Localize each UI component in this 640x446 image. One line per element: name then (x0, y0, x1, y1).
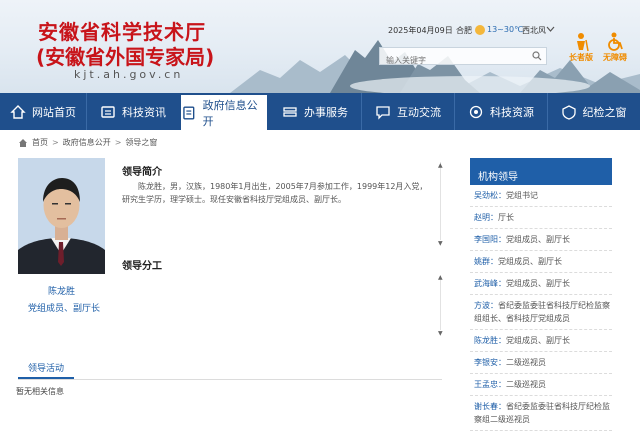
breadcrumb-gov-info[interactable]: 政府信息公开 (63, 137, 111, 148)
nav-label: 科技资讯 (122, 105, 166, 119)
nav-services[interactable]: 办事服务 (269, 93, 361, 130)
nav-discipline[interactable]: 纪检之窗 (548, 93, 639, 130)
leader-list-role: 党组成员、副厅长 (498, 257, 562, 266)
leader-photo (18, 158, 105, 274)
leader-list-role: 党组成员、副厅长 (506, 235, 570, 244)
leader-list-role: 厅长 (498, 213, 514, 222)
leader-list-role: 二级巡视员 (506, 358, 546, 367)
weather-wind: 西北风 (522, 26, 546, 35)
nav-label: 政府信息公开 (202, 98, 258, 128)
leader-list: 吴劲松：党组书记 赵明：厅长 李国阳：党组成员、副厅长 姚群：党组成员、副厅长 … (470, 185, 612, 431)
leader-list-name: 方波： (474, 301, 498, 310)
site-banner: 安徽省科学技术厅 (安徽省外国专家局) kjt.ah.gov.cn 2025年0… (0, 0, 640, 93)
leader-list-role: 二级巡视员 (506, 380, 546, 389)
search-box (379, 47, 547, 69)
breadcrumb-home[interactable]: 首页 (32, 137, 48, 148)
info-icon (183, 105, 195, 120)
leader-list-item[interactable]: 谢长春：省纪委监委驻省科技厅纪检监察组二级巡视员 (470, 396, 612, 431)
weather-temperature: 13~30℃ (487, 25, 524, 34)
barrier-free-button[interactable]: 无障碍 (601, 32, 629, 66)
nav-label: 纪检之窗 (582, 105, 627, 119)
leader-list-name: 姚群： (474, 257, 498, 266)
scroll-up-arrow[interactable]: ▲ (438, 274, 443, 281)
leader-list-item[interactable]: 李国阳：党组成员、副厅长 (470, 229, 612, 251)
scroll-down-arrow[interactable]: ▼ (438, 330, 443, 337)
nav-gov-info[interactable]: 政府信息公开 (179, 93, 269, 130)
sidebar-heading: 机构领导 (470, 158, 612, 185)
intro-text: 陈龙胜，男，汉族，1980年1月出生，2005年7月参加工作，1999年12月入… (122, 182, 428, 204)
wheelchair-icon (608, 32, 623, 51)
leader-list-item[interactable]: 方波：省纪委监委驻省科技厅纪检监察组组长、省科技厅党组成员 (470, 295, 612, 330)
leader-list-name: 吴劲松： (474, 191, 506, 200)
leader-list-name: 赵明： (474, 213, 498, 222)
leader-list-role: 党组成员、副厅长 (506, 279, 570, 288)
home-icon (19, 138, 27, 147)
tab-leader-activity[interactable]: 领导活动 (18, 361, 74, 379)
leader-list-role: 党组书记 (506, 191, 538, 200)
nav-resources[interactable]: 科技资源 (455, 93, 547, 130)
breadcrumb: 首页 > 政府信息公开 > 领导之窗 (18, 137, 157, 148)
duty-heading: 领导分工 (122, 261, 162, 272)
search-input[interactable] (380, 52, 528, 69)
elder-mode-label: 长者版 (569, 53, 593, 62)
sun-icon (475, 25, 485, 35)
leader-name: 陈龙胜 (47, 287, 75, 297)
chevron-down-icon[interactable] (546, 24, 555, 34)
leader-list-item[interactable]: 吴劲松：党组书记 (470, 185, 612, 207)
leader-list-name: 李国阳： (474, 235, 506, 244)
chat-icon (376, 105, 390, 120)
nav-label: 办事服务 (304, 105, 348, 119)
site-title: 安徽省科学技术厅 (38, 20, 206, 44)
leaders-sidebar: 机构领导 吴劲松：党组书记 赵明：厅长 李国阳：党组成员、副厅长 姚群：党组成员… (470, 158, 612, 431)
nav-label: 互动交流 (397, 105, 441, 119)
discipline-icon (561, 104, 576, 120)
service-icon (283, 106, 297, 117)
news-icon (101, 105, 115, 118)
scroll-track[interactable] (440, 276, 441, 330)
weather-city: 合肥 (456, 26, 472, 35)
scroll-down-arrow[interactable]: ▼ (438, 240, 443, 247)
leader-list-name: 李银安： (474, 358, 506, 367)
leader-list-name: 谢长春： (474, 402, 506, 411)
leader-list-item[interactable]: 姚群：党组成员、副厅长 (470, 251, 612, 273)
scroll-track[interactable] (440, 162, 441, 240)
nav-label: 网站首页 (32, 105, 76, 119)
main-nav: 网站首页 科技资讯 政府信息公开 办事服务 互动交流 科技资源 纪检之窗 (0, 93, 640, 130)
leader-list-name: 武海峰： (474, 279, 506, 288)
elder-icon (577, 33, 589, 52)
leader-list-name: 陈龙胜： (474, 336, 506, 345)
site-subtitle: (安徽省外国专家局) (36, 45, 215, 69)
leader-list-name: 王孟忠： (474, 380, 506, 389)
nav-news[interactable]: 科技资讯 (87, 93, 179, 130)
current-date: 2025年04月09日 (388, 26, 453, 35)
resource-icon (469, 105, 483, 118)
intro-heading: 领导简介 (122, 167, 162, 178)
leader-list-item[interactable]: 王孟忠：二级巡视员 (470, 374, 612, 396)
breadcrumb-separator: > (52, 138, 59, 147)
nav-home[interactable]: 网站首页 (0, 93, 86, 130)
empty-message: 暂无相关信息 (16, 387, 64, 396)
nav-label: 科技资源 (490, 105, 534, 119)
divider (18, 379, 442, 380)
breadcrumb-current: 领导之窗 (125, 138, 158, 147)
barrier-free-label: 无障碍 (603, 53, 627, 62)
leader-list-item[interactable]: 李银安：二级巡视员 (470, 352, 612, 374)
elder-mode-button[interactable]: 长者版 (567, 32, 595, 66)
breadcrumb-separator: > (114, 138, 122, 147)
leader-list-role: 党组成员、副厅长 (506, 336, 570, 345)
leader-position: 党组成员、副厅长 (27, 304, 100, 314)
leader-list-item[interactable]: 赵明：厅长 (470, 207, 612, 229)
site-domain: kjt.ah.gov.cn (74, 68, 184, 81)
leader-list-item[interactable]: 武海峰：党组成员、副厅长 (470, 273, 612, 295)
scroll-up-arrow[interactable]: ▲ (438, 162, 443, 169)
nav-interaction[interactable]: 互动交流 (362, 93, 454, 130)
search-icon[interactable] (532, 51, 542, 61)
home-icon (10, 104, 26, 119)
leader-list-item[interactable]: 陈龙胜：党组成员、副厅长 (470, 330, 612, 352)
